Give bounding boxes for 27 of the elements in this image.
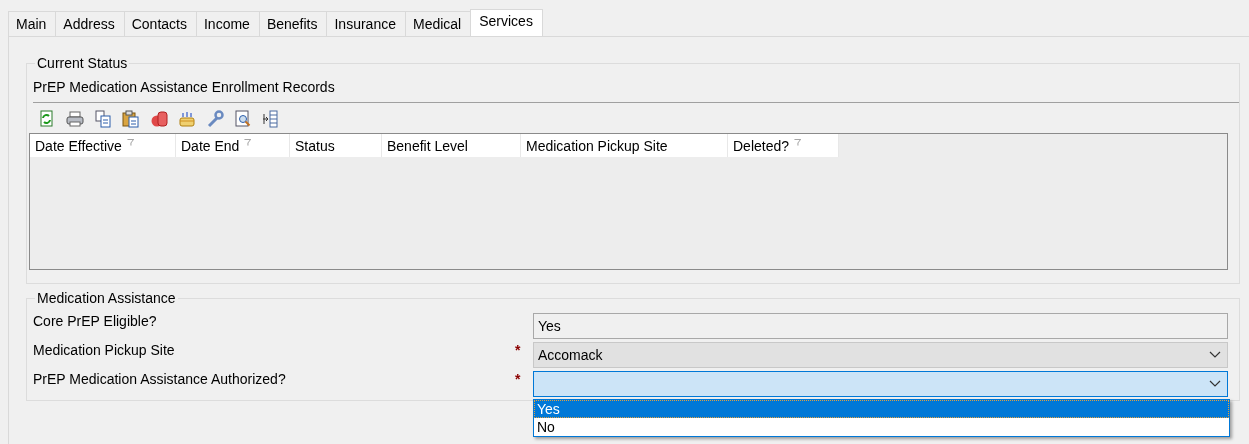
column-list-icon[interactable] [262,110,280,128]
document-magnifier-icon[interactable] [234,110,252,128]
group-title: Current Status [35,55,130,71]
field-label: PrEP Medication Assistance Authorized? [33,370,287,387]
dropdown-field[interactable]: Accomack [533,341,1228,368]
copy-icon[interactable] [94,110,112,128]
tab[interactable]: Services [470,9,543,36]
chevron-down-icon [1209,350,1221,359]
dropdown-option[interactable]: No [534,417,1229,436]
filter-icon[interactable] [126,139,134,146]
cake-icon[interactable] [178,110,196,128]
printer-icon[interactable] [66,110,84,128]
text-field[interactable]: Yes [533,312,1228,339]
filter-icon[interactable] [244,139,252,146]
chevron-down-icon [1209,379,1221,388]
field-label: Medication Pickup Site [33,341,176,358]
wrench-icon[interactable] [206,110,224,128]
field-label: Core PrEP Eligible? [33,312,158,329]
section-title: PrEP Medication Assistance Enrollment Records [33,74,1239,103]
required-mark: * [515,341,522,358]
filter-icon[interactable] [794,139,802,146]
required-mark: * [515,370,522,387]
paste-icon[interactable] [122,110,140,128]
dropdown-option[interactable]: Yes [534,399,1229,418]
tab[interactable]: Main [8,11,57,36]
group-title: Medication Assistance [35,290,178,306]
refresh-icon[interactable] [38,110,56,128]
